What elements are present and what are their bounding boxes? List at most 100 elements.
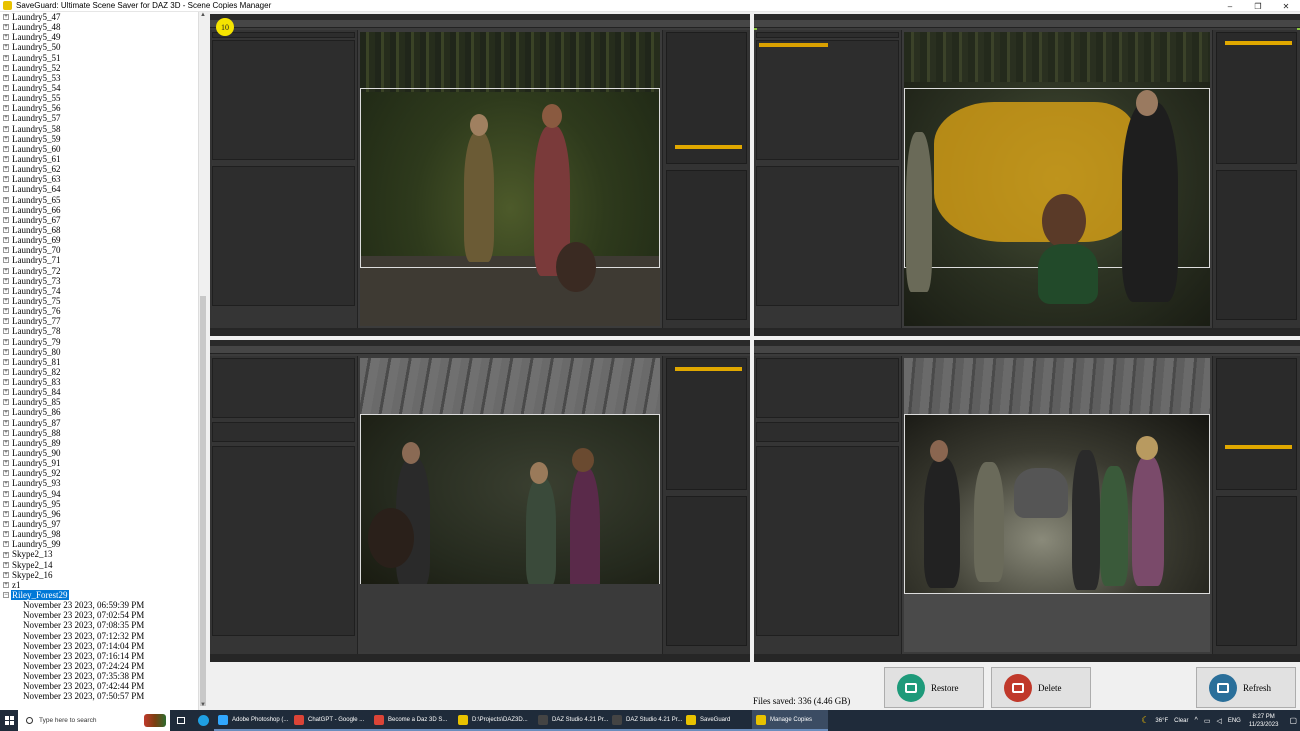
tree-item[interactable]: + Laundry5_54 xyxy=(0,83,198,93)
expander-icon[interactable]: + xyxy=(3,328,9,335)
expander-icon[interactable]: + xyxy=(3,237,9,244)
tree-item[interactable]: + Laundry5_70 xyxy=(0,245,198,255)
expander-icon[interactable]: + xyxy=(3,500,9,507)
expander-icon[interactable]: + xyxy=(3,450,9,457)
taskbar-task[interactable]: SaveGuard xyxy=(682,710,752,731)
tree-child-item[interactable]: November 23 2023, 07:42:44 PM xyxy=(0,681,198,691)
expander-icon[interactable]: + xyxy=(3,135,9,142)
tree-item[interactable]: + Laundry5_87 xyxy=(0,418,198,428)
tree-item[interactable]: + Laundry5_82 xyxy=(0,367,198,377)
tree-item[interactable]: + Laundry5_67 xyxy=(0,215,198,225)
tree-item[interactable]: + Laundry5_47 xyxy=(0,12,198,22)
refresh-button[interactable]: Refresh xyxy=(1196,667,1296,708)
tree-item[interactable]: + Laundry5_84 xyxy=(0,387,198,397)
windows-start-button[interactable] xyxy=(0,710,18,731)
expander-icon[interactable]: + xyxy=(3,166,9,173)
tree-item[interactable]: + Laundry5_83 xyxy=(0,377,198,387)
expander-icon[interactable]: + xyxy=(3,145,9,152)
tree-item[interactable]: + Laundry5_63 xyxy=(0,174,198,184)
expander-icon[interactable]: + xyxy=(3,44,9,51)
expander-icon[interactable]: + xyxy=(3,115,9,122)
taskbar-task[interactable]: DAZ Studio 4.21 Pr... xyxy=(534,710,608,731)
tree-scrollbar[interactable]: ▲ ▼ xyxy=(198,12,206,710)
tree-item[interactable]: + Skype2_14 xyxy=(0,560,198,570)
expander-icon[interactable]: + xyxy=(3,267,9,274)
tree-item[interactable]: + Laundry5_79 xyxy=(0,337,198,347)
tree-child-item[interactable]: November 23 2023, 07:14:04 PM xyxy=(0,641,198,651)
taskbar-search[interactable]: Type here to search xyxy=(18,710,170,731)
expander-icon[interactable]: + xyxy=(3,551,9,558)
tree-item[interactable]: + Laundry5_74 xyxy=(0,286,198,296)
tree-item[interactable]: + Laundry5_91 xyxy=(0,458,198,468)
expander-icon[interactable]: + xyxy=(3,348,9,355)
maximize-button[interactable]: ❐ xyxy=(1244,0,1272,12)
expander-icon[interactable]: + xyxy=(3,24,9,31)
task-view-button[interactable] xyxy=(170,710,192,731)
expander-icon[interactable]: + xyxy=(3,419,9,426)
weather-desc[interactable]: Clear xyxy=(1174,718,1188,724)
scroll-up-icon[interactable]: ▲ xyxy=(199,12,207,20)
volume-icon[interactable]: ◁ xyxy=(1216,717,1221,725)
expander-icon[interactable]: + xyxy=(3,85,9,92)
taskbar-task[interactable]: Become a Daz 3D S... xyxy=(370,710,454,731)
expander-icon[interactable]: + xyxy=(3,581,9,588)
tree-item[interactable]: + Laundry5_93 xyxy=(0,478,198,488)
expander-icon[interactable]: + xyxy=(3,54,9,61)
expander-icon[interactable]: + xyxy=(3,298,9,304)
tree-item[interactable]: + Laundry5_73 xyxy=(0,276,198,286)
tree-item[interactable]: + Skype2_13 xyxy=(0,549,198,559)
tree-child-item[interactable]: November 23 2023, 07:50:57 PM xyxy=(0,691,198,701)
expander-icon[interactable]: + xyxy=(3,531,9,538)
tree-item[interactable]: + Laundry5_64 xyxy=(0,184,198,194)
expander-icon[interactable]: + xyxy=(3,541,9,548)
expander-icon[interactable]: + xyxy=(3,14,9,21)
clock[interactable]: 8:27 PM 11/23/2023 xyxy=(1249,713,1279,729)
tree-item[interactable]: + Laundry5_81 xyxy=(0,357,198,367)
expander-icon[interactable]: + xyxy=(3,206,9,213)
expander-icon[interactable]: + xyxy=(3,358,9,365)
expander-icon[interactable]: + xyxy=(3,227,9,234)
preview-image-3[interactable] xyxy=(210,340,750,662)
notifications-icon[interactable]: ▢ xyxy=(1289,716,1297,725)
taskbar-task[interactable]: Manage Copies xyxy=(752,710,828,731)
expander-icon[interactable]: + xyxy=(3,480,9,487)
tree-item[interactable]: + Laundry5_51 xyxy=(0,53,198,63)
tree-item[interactable]: + Laundry5_68 xyxy=(0,225,198,235)
expander-icon[interactable]: + xyxy=(3,156,9,163)
network-icon[interactable]: ▭ xyxy=(1204,717,1211,725)
tree-item[interactable]: + Laundry5_98 xyxy=(0,529,198,539)
expander-icon[interactable]: + xyxy=(3,287,9,294)
tree-item[interactable]: + Laundry5_72 xyxy=(0,266,198,276)
taskbar-task[interactable]: ChatGPT - Google ... xyxy=(290,710,370,731)
tree-item[interactable]: + Laundry5_69 xyxy=(0,235,198,245)
language-indicator[interactable]: ENG xyxy=(1228,718,1241,724)
tree-item[interactable]: + Laundry5_78 xyxy=(0,326,198,336)
expander-icon[interactable]: + xyxy=(3,74,9,81)
tree-item[interactable]: + Laundry5_65 xyxy=(0,195,198,205)
tree-item[interactable]: + Laundry5_57 xyxy=(0,113,198,123)
expander-icon[interactable]: + xyxy=(3,64,9,71)
restore-button[interactable]: Restore xyxy=(884,667,984,708)
tree-item[interactable]: + Laundry5_89 xyxy=(0,438,198,448)
tree-item[interactable]: + Laundry5_60 xyxy=(0,144,198,154)
tree-item[interactable]: + Laundry5_85 xyxy=(0,397,198,407)
scrollbar-thumb[interactable] xyxy=(200,296,206,706)
expander-icon[interactable]: + xyxy=(3,216,9,223)
tree-item[interactable]: + Laundry5_95 xyxy=(0,499,198,509)
tree-item-expanded[interactable]: − Riley_Forest29 xyxy=(0,590,198,601)
tree-item[interactable]: + Laundry5_50 xyxy=(0,42,198,52)
tree-item[interactable]: + Laundry5_48 xyxy=(0,22,198,32)
tree-child-item[interactable]: November 23 2023, 07:12:32 PM xyxy=(0,631,198,641)
tree-child-item[interactable]: November 23 2023, 07:24:24 PM xyxy=(0,661,198,671)
expander-icon[interactable]: + xyxy=(3,105,9,112)
tree-item[interactable]: + Laundry5_80 xyxy=(0,347,198,357)
tree-item[interactable]: + Laundry5_71 xyxy=(0,255,198,265)
expander-icon[interactable]: + xyxy=(3,186,9,193)
taskbar-task[interactable]: Adobe Photoshop (... xyxy=(214,710,290,731)
edge-button[interactable] xyxy=(192,710,214,731)
tree-item[interactable]: + Laundry5_94 xyxy=(0,489,198,499)
expander-icon[interactable]: + xyxy=(3,368,9,375)
expander-icon[interactable]: + xyxy=(3,409,9,416)
expander-icon[interactable]: + xyxy=(3,277,9,284)
expander-icon[interactable]: + xyxy=(3,34,9,41)
